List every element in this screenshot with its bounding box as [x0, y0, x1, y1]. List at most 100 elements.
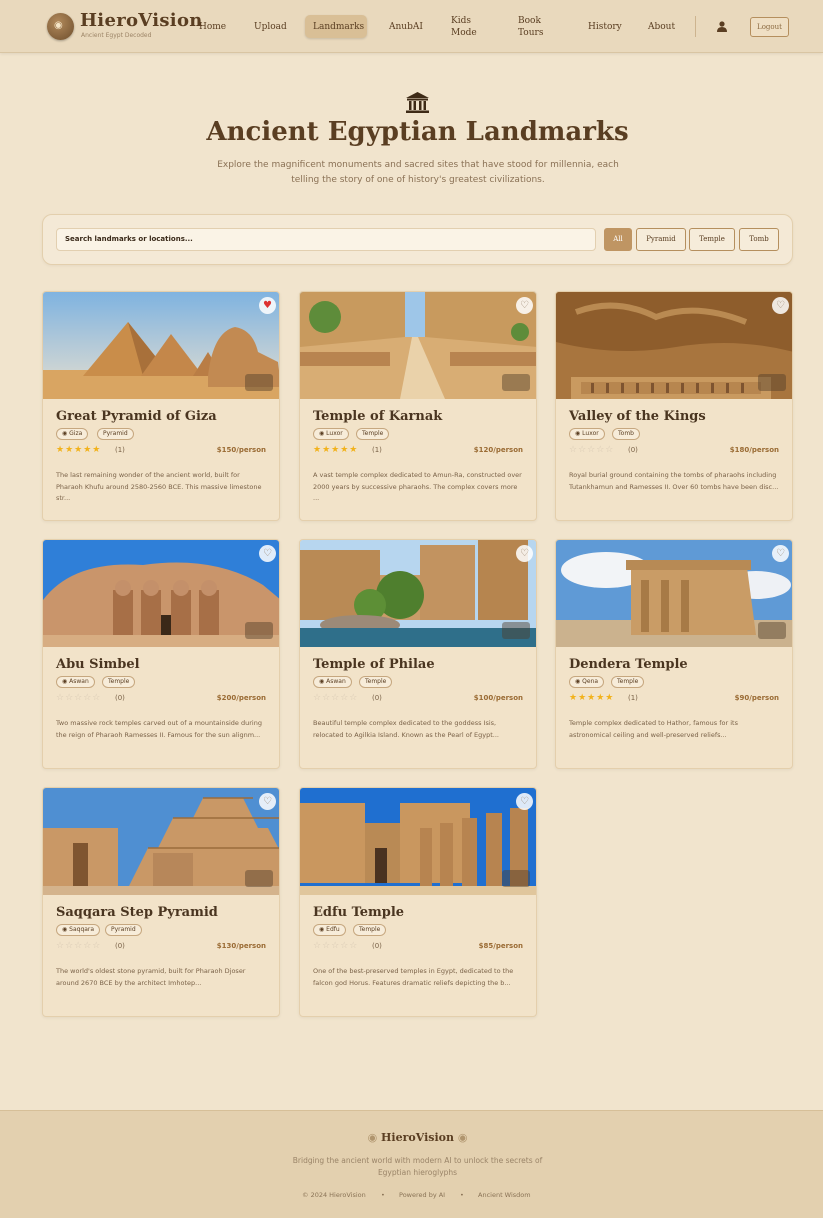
landmark-name: Temple of Karnak	[313, 409, 443, 424]
landmark-image: ♡	[300, 540, 536, 647]
landmark-name: Temple of Philae	[313, 657, 435, 672]
image-badge	[758, 374, 786, 391]
filter-temple-button[interactable]: Temple	[689, 228, 735, 251]
landmark-name: Great Pyramid of Giza	[56, 409, 217, 424]
location-tag: ◉ Saqqara	[56, 924, 101, 936]
footer-copyright: © 2024 HieroVision	[302, 1191, 366, 1199]
image-badge	[502, 622, 530, 639]
type-tag: Temple	[359, 676, 393, 688]
heart-icon[interactable]: ♡	[516, 793, 533, 810]
type-tag: Tomb	[612, 428, 640, 440]
landmark-image: ♡	[43, 788, 279, 895]
nav-kids-mode[interactable]: Kids Mode	[451, 15, 487, 39]
landmark-card-karnak[interactable]: ♡ Temple of Karnak ◉ Luxor Temple ★★★★★ …	[299, 291, 537, 521]
heart-icon[interactable]: ♡	[516, 297, 533, 314]
type-tag: Pyramid	[105, 924, 142, 936]
rating-stars: ☆☆☆☆☆	[56, 693, 102, 703]
landmark-name: Saqqara Step Pyramid	[56, 905, 218, 920]
type-tag: Temple	[356, 428, 390, 440]
footer-wisdom: Ancient Wisdom	[478, 1191, 531, 1199]
landmark-description: The last remaining wonder of the ancient…	[56, 471, 262, 502]
landmark-description: One of the best-preserved temples in Egy…	[313, 967, 514, 987]
heart-icon[interactable]: ♥	[259, 297, 276, 314]
landmark-image: ♥	[43, 292, 279, 399]
review-count: (0)	[628, 446, 638, 454]
price: $200/person	[216, 694, 266, 702]
price: $150/person	[216, 446, 266, 454]
landmark-description: Beautiful temple complex dedicated to th…	[313, 719, 500, 739]
image-badge	[502, 870, 530, 887]
rating-stars: ★★★★★	[569, 693, 615, 703]
filter-tomb-button[interactable]: Tomb	[739, 228, 779, 251]
type-tag: Pyramid	[97, 428, 134, 440]
location-tag: ◉ Luxor	[569, 428, 605, 440]
logout-button[interactable]: Logout	[750, 17, 789, 37]
heart-icon[interactable]: ♡	[259, 545, 276, 562]
type-tag: Temple	[611, 676, 645, 688]
landmark-name: Valley of the Kings	[569, 409, 706, 424]
location-tag: ◉ Giza	[56, 428, 89, 440]
nav-home[interactable]: Home	[199, 21, 226, 33]
nav-book-tours[interactable]: Book Tours	[518, 15, 554, 39]
image-badge	[245, 870, 273, 887]
landmark-image: ♡	[556, 292, 792, 399]
image-badge	[245, 622, 273, 639]
landmark-description: A vast temple complex dedicated to Amun-…	[313, 471, 522, 502]
temple-icon	[406, 92, 429, 113]
price: $130/person	[216, 942, 266, 950]
filter-pyramid-button[interactable]: Pyramid	[636, 228, 686, 251]
landmark-image: ♡	[43, 540, 279, 647]
landmark-description: Two massive rock temples carved out of a…	[56, 719, 262, 739]
eye-of-horus-icon[interactable]: ◉	[47, 13, 74, 40]
user-icon[interactable]	[716, 20, 728, 33]
type-tag: Temple	[353, 924, 387, 936]
landmark-name: Edfu Temple	[313, 905, 405, 920]
price: $180/person	[729, 446, 779, 454]
footer-dot: •	[460, 1191, 464, 1199]
nav-anubai[interactable]: AnubAI	[389, 21, 423, 33]
review-count: (0)	[372, 942, 382, 950]
image-badge	[245, 374, 273, 391]
review-count: (1)	[115, 446, 125, 454]
heart-icon[interactable]: ♡	[516, 545, 533, 562]
nav-divider	[695, 16, 696, 37]
price: $90/person	[734, 694, 779, 702]
landmark-image: ♡	[556, 540, 792, 647]
landmark-name: Dendera Temple	[569, 657, 688, 672]
landmark-card-philae[interactable]: ♡ Temple of Philae ◉ Aswan Temple ☆☆☆☆☆ …	[299, 539, 537, 769]
nav-landmarks[interactable]: Landmarks	[313, 21, 364, 33]
footer-powered: Powered by AI	[399, 1191, 446, 1199]
rating-stars: ☆☆☆☆☆	[313, 693, 359, 703]
type-tag: Temple	[102, 676, 136, 688]
footer-dot: •	[381, 1191, 385, 1199]
landmark-card-giza[interactable]: ♥ Great Pyramid of Giza ◉ Giza Pyramid ★…	[42, 291, 280, 521]
landmark-image: ♡	[300, 292, 536, 399]
location-tag: ◉ Edfu	[313, 924, 346, 936]
landmark-card-dendera[interactable]: ♡ Dendera Temple ◉ Qena Temple ★★★★★ (1)…	[555, 539, 793, 769]
filter-all-button[interactable]: All	[604, 228, 632, 251]
heart-icon[interactable]: ♡	[259, 793, 276, 810]
location-tag: ◉ Qena	[569, 676, 605, 688]
landmark-card-saqqara[interactable]: ♡ Saqqara Step Pyramid ◉ Saqqara Pyramid…	[42, 787, 280, 1017]
nav-upload[interactable]: Upload	[254, 21, 287, 33]
brand-name[interactable]: HieroVision	[80, 10, 203, 31]
review-count: (1)	[628, 694, 638, 702]
heart-icon[interactable]: ♡	[772, 297, 789, 314]
price: $85/person	[478, 942, 523, 950]
landmark-card-edfu[interactable]: ♡ Edfu Temple ◉ Edfu Temple ☆☆☆☆☆ (0) $8…	[299, 787, 537, 1017]
nav-about[interactable]: About	[648, 21, 675, 33]
rating-stars: ☆☆☆☆☆	[313, 941, 359, 951]
landmark-description: Royal burial ground containing the tombs…	[569, 471, 779, 491]
review-count: (0)	[115, 694, 125, 702]
review-count: (0)	[372, 694, 382, 702]
heart-icon[interactable]: ♡	[772, 545, 789, 562]
nav-history[interactable]: History	[588, 21, 622, 33]
landmark-card-valley-of-the-kings[interactable]: ♡ Valley of the Kings ◉ Luxor Tomb ☆☆☆☆☆…	[555, 291, 793, 521]
landmark-card-abu-simbel[interactable]: ♡ Abu Simbel ◉ Aswan Temple ☆☆☆☆☆ (0) $2…	[42, 539, 280, 769]
location-tag: ◉ Aswan	[313, 676, 352, 688]
search-input[interactable]: Search landmarks or locations...	[56, 228, 596, 251]
rating-stars: ☆☆☆☆☆	[56, 941, 102, 951]
eye-of-horus-icon: ◉	[457, 1131, 468, 1144]
review-count: (0)	[115, 942, 125, 950]
rating-stars: ★★★★★	[313, 445, 359, 455]
